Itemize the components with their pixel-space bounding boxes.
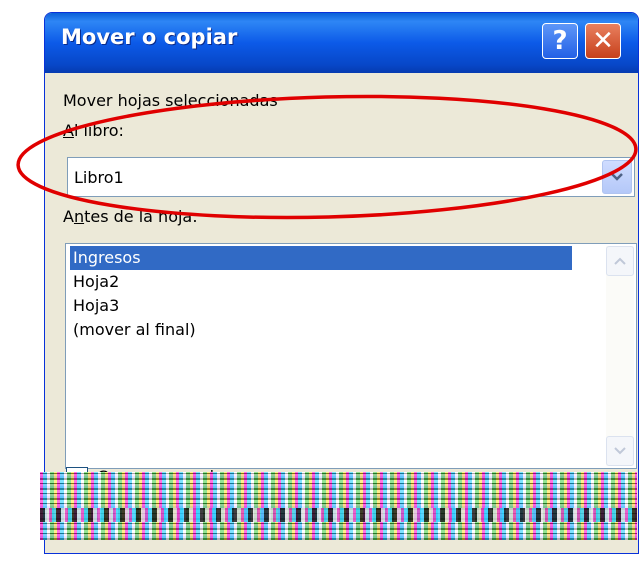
sheet-list[interactable]: Ingresos Hoja2 Hoja3 (mover al final): [65, 243, 637, 469]
scroll-up-button[interactable]: [606, 246, 634, 276]
help-icon: ?: [552, 26, 568, 56]
before-sheet-label: Antes de la hoja:: [63, 207, 198, 226]
chevron-down-icon: [611, 172, 623, 181]
title-bar[interactable]: Mover o copiar ? ✕: [45, 13, 638, 73]
close-button[interactable]: ✕: [585, 23, 621, 59]
dropdown-button[interactable]: [602, 160, 632, 194]
vertical-scrollbar[interactable]: [606, 246, 634, 466]
list-item[interactable]: Ingresos: [70, 246, 572, 270]
book-label: Al libro:: [63, 121, 124, 140]
move-sheets-label: Mover hojas seleccionadas: [63, 91, 278, 110]
book-select[interactable]: Libro1: [67, 157, 635, 197]
book-select-value: Libro1: [74, 168, 124, 187]
close-icon: ✕: [592, 26, 614, 56]
scroll-down-button[interactable]: [606, 436, 634, 466]
scroll-down-icon: [614, 447, 626, 455]
corrupted-region: [40, 472, 637, 540]
help-button[interactable]: ?: [542, 23, 578, 59]
corrupted-stripe: [40, 508, 637, 522]
scroll-up-icon: [614, 257, 626, 265]
list-item[interactable]: Hoja2: [70, 270, 119, 294]
list-item[interactable]: Hoja3: [70, 294, 119, 318]
dialog-title: Mover o copiar: [61, 25, 238, 49]
list-item[interactable]: (mover al final): [70, 318, 196, 342]
